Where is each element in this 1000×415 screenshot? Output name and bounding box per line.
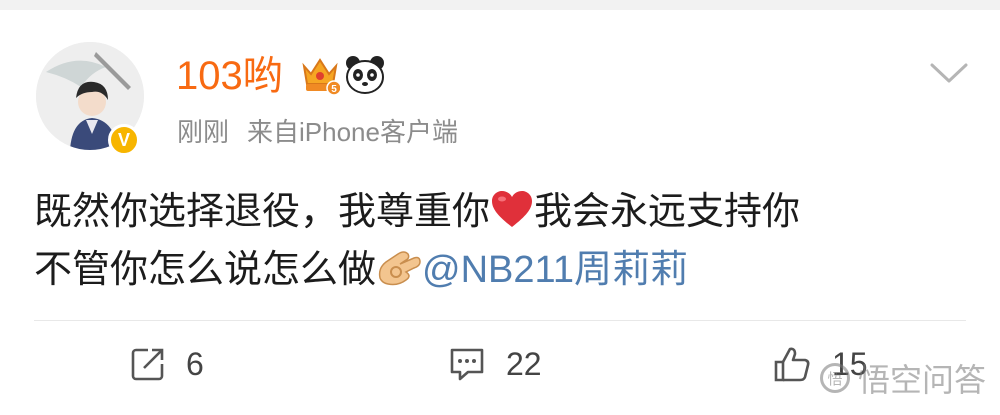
crown-badge-icon[interactable]: 5 — [300, 54, 342, 96]
panda-badge-icon[interactable] — [344, 54, 386, 96]
comment-count: 22 — [506, 345, 542, 382]
repost-icon — [130, 346, 166, 382]
post-text-line-2: 不管你怎么说怎么做 @NB211周莉莉 — [34, 240, 974, 298]
repost-button[interactable]: 6 — [130, 344, 204, 384]
watermark-text: 悟空问答 — [858, 361, 987, 399]
username[interactable]: 103哟 — [176, 50, 283, 102]
post-meta: 刚刚 来自iPhone客户端 — [177, 112, 458, 152]
top-gap — [0, 0, 1000, 10]
comment-icon — [448, 346, 486, 382]
post-content: 既然你选择退役，我尊重你 我会永远支持你 不管你怎么说怎么做 @NB211周莉莉 — [34, 182, 974, 298]
comment-button[interactable]: 22 — [448, 344, 542, 384]
wukong-logo-icon: 悟 — [820, 363, 850, 393]
repost-count: 6 — [186, 345, 204, 382]
thumbs-up-icon — [772, 344, 812, 384]
verified-badge: V — [108, 124, 140, 156]
post-time: 刚刚 — [177, 117, 230, 147]
heart-emoji-icon — [490, 188, 534, 228]
chevron-down-icon[interactable] — [928, 60, 970, 86]
ok-hand-emoji-icon — [376, 246, 422, 288]
divider — [34, 320, 966, 321]
mention-link[interactable]: @NB211周莉莉 — [422, 249, 688, 291]
post-text-segment: 既然你选择退役，我尊重你 — [34, 189, 491, 233]
post-text-line-1: 既然你选择退役，我尊重你 我会永远支持你 — [34, 182, 974, 240]
post-text-segment: 不管你怎么说怎么做 — [34, 247, 377, 291]
svg-text:5: 5 — [331, 84, 337, 95]
post-text-segment: 我会永远支持你 — [534, 189, 801, 233]
post-source: 来自iPhone客户端 — [247, 117, 458, 147]
wukong-watermark: 悟 悟空问答 — [820, 350, 986, 406]
